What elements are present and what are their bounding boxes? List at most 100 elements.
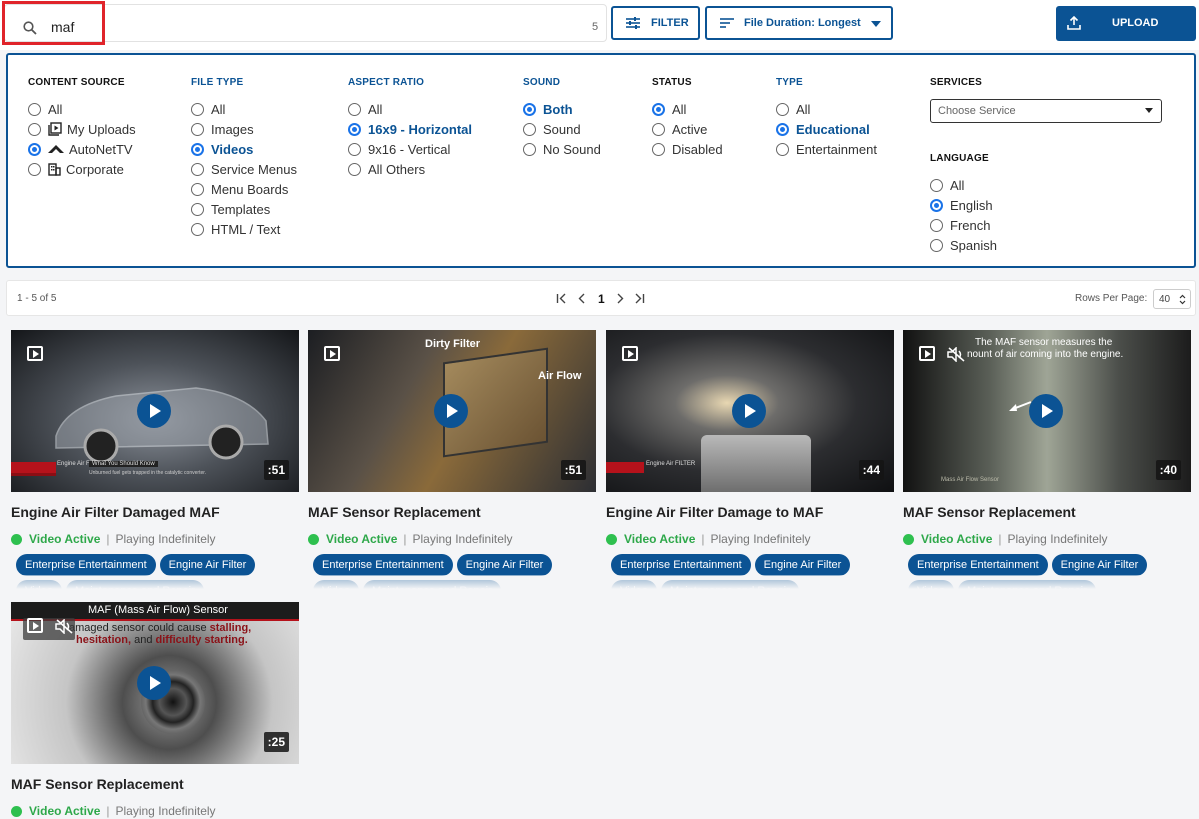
radio-button[interactable] — [348, 142, 361, 156]
next-page-icon[interactable] — [616, 293, 624, 304]
radio-button[interactable] — [191, 102, 204, 116]
media-card[interactable]: Engine Air FILTER What You Should Know U… — [11, 330, 299, 589]
radio-button[interactable] — [348, 162, 361, 176]
tag-chip[interactable]: Engine Air Filter — [754, 554, 851, 576]
content-source-option-my-uploads[interactable]: My Uploads — [28, 119, 136, 139]
sound-option-no-sound[interactable]: No Sound — [523, 139, 601, 159]
tag-chip[interactable]: Video — [908, 580, 954, 589]
card-title[interactable]: MAF Sensor Replacement — [308, 504, 596, 520]
aspect-ratio-option-vertical[interactable]: 9x16 - Vertical — [348, 139, 472, 159]
radio-button[interactable] — [191, 182, 204, 196]
tag-chip[interactable]: Enterprise Entertainment — [16, 554, 156, 576]
radio-button[interactable] — [523, 122, 536, 136]
radio-button-selected[interactable] — [348, 122, 361, 136]
sound-option-both[interactable]: Both — [523, 99, 601, 119]
language-option-french[interactable]: French — [930, 215, 997, 235]
video-thumbnail[interactable]: MAF (Mass Air Flow) Sensor amaged sensor… — [11, 602, 299, 764]
play-button-icon[interactable] — [137, 394, 171, 428]
tag-chip[interactable]: Maintenance and Repair — [65, 580, 204, 589]
radio-button[interactable] — [28, 102, 41, 116]
card-title[interactable]: Engine Air Filter Damage to MAF — [606, 504, 894, 520]
media-card[interactable]: Dirty Filter Air Flow :51 MAF Sensor Rep… — [308, 330, 596, 589]
type-option-educational[interactable]: Educational — [776, 119, 877, 139]
language-option-spanish[interactable]: Spanish — [930, 235, 997, 255]
radio-button[interactable] — [930, 218, 943, 232]
tag-chip[interactable]: Engine Air Filter — [456, 554, 553, 576]
radio-button[interactable] — [523, 142, 536, 156]
radio-button-selected[interactable] — [930, 198, 943, 212]
aspect-ratio-option-all[interactable]: All — [348, 99, 472, 119]
radio-button[interactable] — [930, 178, 943, 192]
radio-button[interactable] — [191, 222, 204, 236]
radio-button-selected[interactable] — [28, 142, 41, 156]
media-card[interactable]: The MAF sensor measures the nount of air… — [903, 330, 1191, 589]
radio-button-selected[interactable] — [776, 122, 789, 136]
file-duration-dropdown[interactable]: File Duration: Longest — [705, 6, 893, 40]
tag-chip[interactable]: Maintenance and Repair — [957, 580, 1096, 589]
status-option-active[interactable]: Active — [652, 119, 723, 139]
language-option-all[interactable]: All — [930, 175, 997, 195]
radio-button[interactable] — [191, 202, 204, 216]
last-page-icon[interactable] — [633, 293, 645, 304]
status-option-all[interactable]: All — [652, 99, 723, 119]
service-select[interactable]: Choose Service — [930, 99, 1162, 123]
radio-button-selected[interactable] — [652, 102, 665, 116]
radio-button[interactable] — [191, 122, 204, 136]
tag-chip[interactable]: Video — [611, 580, 657, 589]
video-thumbnail[interactable]: The MAF sensor measures the nount of air… — [903, 330, 1191, 492]
radio-button[interactable] — [652, 122, 665, 136]
play-button-icon[interactable] — [1029, 394, 1063, 428]
file-type-option-all[interactable]: All — [191, 99, 297, 119]
tag-chip[interactable]: Enterprise Entertainment — [908, 554, 1048, 576]
radio-button[interactable] — [348, 102, 361, 116]
tag-chip[interactable]: Enterprise Entertainment — [611, 554, 751, 576]
previous-page-icon[interactable] — [578, 293, 586, 304]
language-option-english[interactable]: English — [930, 195, 997, 215]
file-type-option-html-text[interactable]: HTML / Text — [191, 219, 297, 239]
file-type-option-menu-boards[interactable]: Menu Boards — [191, 179, 297, 199]
video-thumbnail[interactable]: Engine Air FILTER What You Should Know U… — [11, 330, 299, 492]
radio-button[interactable] — [28, 122, 41, 136]
media-card[interactable]: Engine Air FILTER :44 Engine Air Filter … — [606, 330, 894, 589]
video-thumbnail[interactable]: Engine Air FILTER :44 — [606, 330, 894, 492]
upload-button[interactable]: UPLOAD — [1056, 6, 1196, 41]
content-source-option-corporate[interactable]: Corporate — [28, 159, 136, 179]
type-option-entertainment[interactable]: Entertainment — [776, 139, 877, 159]
play-button-icon[interactable] — [137, 666, 171, 700]
aspect-ratio-option-horizontal[interactable]: 16x9 - Horizontal — [348, 119, 472, 139]
file-type-option-service-menus[interactable]: Service Menus — [191, 159, 297, 179]
sound-option-sound[interactable]: Sound — [523, 119, 601, 139]
play-button-icon[interactable] — [434, 394, 468, 428]
tag-chip[interactable]: Engine Air Filter — [159, 554, 256, 576]
tag-chip[interactable]: Engine Air Filter — [1051, 554, 1148, 576]
video-thumbnail[interactable]: Dirty Filter Air Flow :51 — [308, 330, 596, 492]
tag-chip[interactable]: Maintenance and Repair — [660, 580, 799, 589]
rows-per-page-select[interactable]: 40 — [1153, 289, 1191, 309]
content-source-option-autonettv[interactable]: AutoNetTV — [28, 139, 136, 159]
first-page-icon[interactable] — [556, 293, 568, 304]
radio-button[interactable] — [776, 142, 789, 156]
file-type-option-videos[interactable]: Videos — [191, 139, 297, 159]
tag-chip[interactable]: Enterprise Entertainment — [313, 554, 453, 576]
tag-chip[interactable]: Video — [313, 580, 359, 589]
tag-chip[interactable]: Video — [16, 580, 62, 589]
play-button-icon[interactable] — [732, 394, 766, 428]
type-option-all[interactable]: All — [776, 99, 877, 119]
file-type-option-templates[interactable]: Templates — [191, 199, 297, 219]
tag-chip[interactable]: Maintenance and Repair — [362, 580, 501, 589]
card-title[interactable]: MAF Sensor Replacement — [903, 504, 1191, 520]
status-option-disabled[interactable]: Disabled — [652, 139, 723, 159]
radio-button[interactable] — [930, 238, 943, 252]
card-title[interactable]: Engine Air Filter Damaged MAF — [11, 504, 299, 520]
content-source-option-all[interactable]: All — [28, 99, 136, 119]
radio-button[interactable] — [28, 162, 41, 176]
radio-button[interactable] — [776, 102, 789, 116]
media-card[interactable]: MAF (Mass Air Flow) Sensor amaged sensor… — [11, 602, 299, 818]
current-page[interactable]: 1 — [598, 292, 605, 306]
radio-button[interactable] — [191, 162, 204, 176]
radio-button[interactable] — [652, 142, 665, 156]
radio-button-selected[interactable] — [523, 102, 536, 116]
filter-button[interactable]: FILTER — [611, 6, 700, 40]
aspect-ratio-option-all-others[interactable]: All Others — [348, 159, 472, 179]
file-type-option-images[interactable]: Images — [191, 119, 297, 139]
